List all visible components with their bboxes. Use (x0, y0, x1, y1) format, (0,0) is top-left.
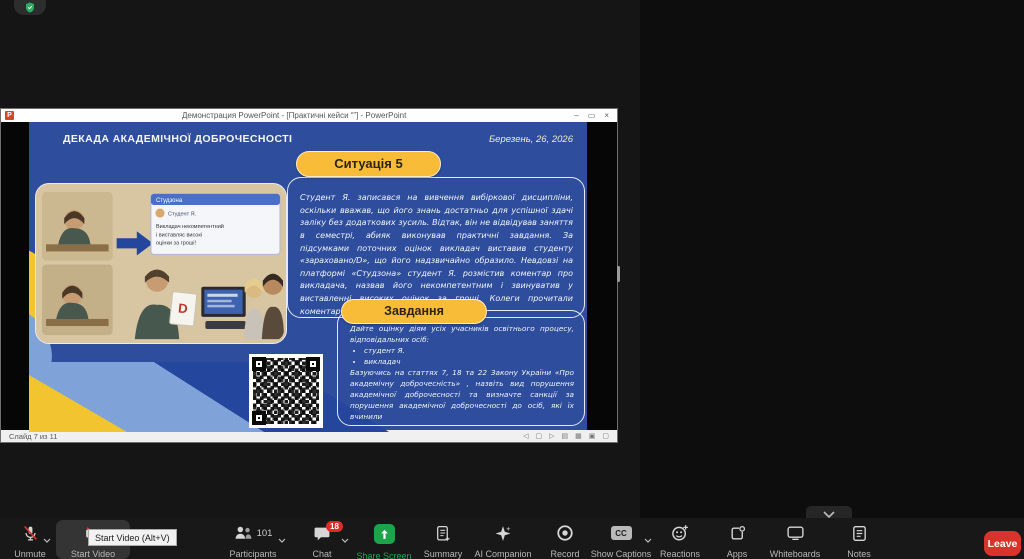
captions-icon: CC (611, 526, 632, 540)
slideshow-next-icon[interactable]: ▷ (549, 432, 554, 440)
leave-button[interactable]: Leave (984, 531, 1021, 556)
situation-badge: Ситуація 5 (296, 151, 441, 177)
apps-button[interactable]: Apps (714, 518, 760, 559)
summary-button[interactable]: Summary (415, 518, 471, 559)
ppt-titlebar: P Демонстрация PowerPoint - [Практичні к… (1, 109, 617, 122)
record-icon (556, 524, 574, 542)
ai-companion-icon (494, 525, 512, 542)
window-restore-button[interactable]: ▭ (588, 111, 596, 120)
task-badge: Завдання (341, 299, 487, 324)
slide-date: Березень, 26, 2026 (489, 134, 573, 145)
slide-counter: Слайд 7 из 11 (9, 432, 57, 441)
grade-letter: D (177, 300, 188, 316)
svg-text:оцінки за гроші!: оцінки за гроші! (156, 240, 197, 246)
slideshow-pen-icon[interactable]: ▢ (535, 432, 542, 440)
chat-chevron[interactable] (341, 530, 349, 548)
zoom-meeting-screen: P Демонстрация PowerPoint - [Практичні к… (0, 0, 1024, 559)
view-reading-icon[interactable]: ▣ (589, 432, 596, 440)
situation-card: Студент Я. записався на вивчення вибірко… (287, 177, 585, 318)
window-minimize-button[interactable]: – (574, 111, 578, 120)
whiteboards-icon (786, 525, 805, 541)
mic-muted-icon (22, 525, 39, 542)
powerpoint-icon: P (5, 111, 14, 120)
chat-avatar (155, 209, 164, 218)
apps-icon (729, 525, 746, 542)
chat-app-title: Студзона (156, 198, 183, 204)
view-normal-icon[interactable]: ▤ (562, 432, 569, 440)
chat-button[interactable]: Chat 18 (300, 518, 344, 559)
svg-text:і виставляє високі: і виставляє високі (156, 232, 202, 238)
view-slideshow-icon[interactable]: ▢ (602, 432, 609, 440)
slide-illustration: Студзона Студент Я. Викладач некомпетент… (38, 186, 284, 341)
task-body: Базуючись на статтях 7, 18 та 22 Закону … (350, 368, 574, 423)
captions-chevron[interactable] (644, 530, 652, 548)
security-shield-icon (25, 2, 35, 13)
ppt-window: P Демонстрация PowerPoint - [Практичні к… (0, 108, 618, 443)
illustration-card: Студзона Студент Я. Викладач некомпетент… (35, 183, 287, 344)
view-sorter-icon[interactable]: ▦ (575, 432, 582, 440)
reactions-button[interactable]: Reactions (652, 518, 708, 559)
slideshow-prev-icon[interactable]: ◁ (523, 432, 528, 440)
task-card: Дайте оцінку діям усіх учасників освітнь… (337, 310, 585, 426)
participants-count: 101 (257, 528, 273, 539)
ppt-statusbar: Слайд 7 из 11 ◁ ▢ ▷ ▤ ▦ ▣ ▢ (1, 430, 617, 442)
svg-text:Викладач некомпетентний: Викладач некомпетентний (156, 223, 224, 230)
ppt-window-title: Демонстрация PowerPoint - [Практичні кей… (14, 111, 574, 120)
share-screen-icon (374, 524, 395, 544)
slide-title: ДЕКАДА АКАДЕМІЧНОЇ ДОБРОЧЕСНОСТІ (63, 133, 292, 145)
participants-button[interactable]: 101 Participants (222, 518, 284, 559)
qr-code (249, 354, 323, 428)
whiteboards-button[interactable]: Whiteboards (762, 518, 828, 559)
participants-chevron[interactable] (278, 530, 286, 548)
notes-icon (852, 525, 867, 542)
task-bullet: студент Я. (364, 346, 574, 357)
task-intro: Дайте оцінку діям усіх учасників освітнь… (350, 324, 574, 346)
chevron-down-icon (823, 511, 835, 518)
window-close-button[interactable]: × (604, 111, 609, 120)
start-video-tooltip: Start Video (Alt+V) (88, 529, 177, 546)
notes-button[interactable]: Notes (836, 518, 882, 559)
share-screen-button[interactable]: Share Screen (352, 518, 416, 559)
chat-username: Студент Я. (168, 212, 197, 218)
slideshow-stage: ДЕКАДА АКАДЕМІЧНОЇ ДОБРОЧЕСНОСТІ Березен… (1, 122, 617, 432)
participants-icon (234, 525, 253, 541)
record-button[interactable]: Record (541, 518, 589, 559)
ai-companion-button[interactable]: AI Companion (468, 518, 538, 559)
meeting-info-button[interactable] (14, 0, 46, 15)
slide: ДЕКАДА АКАДЕМІЧНОЇ ДОБРОЧЕСНОСТІ Березен… (29, 122, 587, 432)
panel-resize-handle[interactable] (617, 266, 620, 282)
reactions-icon (671, 524, 689, 542)
participants-panel: Nataliia Karvatska Ганна Красиль... Ганн… (640, 0, 1024, 559)
task-bullet: викладач (364, 357, 574, 368)
audio-options-chevron[interactable] (43, 530, 51, 548)
summary-icon (435, 525, 451, 542)
